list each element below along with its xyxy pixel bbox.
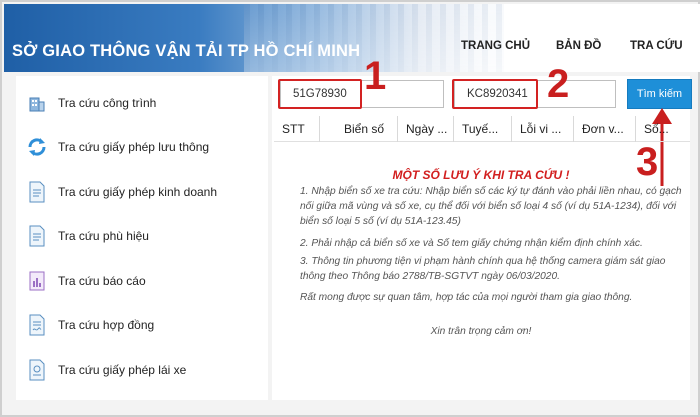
sidebar-item-business-permit[interactable]: Tra cứu giấy phép kinh doanh: [26, 177, 217, 207]
lookup-panel: 1 2 Tìm kiếm 3 STT Biển số Ngày ... Tuyế…: [272, 56, 692, 400]
column-header[interactable]: Tuyế...: [454, 116, 512, 142]
license-icon: [26, 359, 48, 381]
search-button[interactable]: Tìm kiếm: [627, 79, 692, 109]
column-header[interactable]: Biển số: [336, 116, 398, 142]
top-nav: TRANG CHỦ BẢN ĐỒ TRA CỨU: [4, 40, 700, 60]
note-line: 1. Nhập biển số xe tra cứu: Nhập biển số…: [300, 186, 682, 227]
sidebar-item-label: Tra cứu phù hiệu: [58, 229, 149, 243]
closing-text: Xin trân trọng cảm ơn!: [430, 326, 532, 337]
nav-map[interactable]: BẢN ĐỒ: [556, 40, 601, 52]
sidebar-item-contracts[interactable]: Tra cứu hợp đồng: [26, 310, 154, 340]
sidebar-item-circulation-permit[interactable]: Tra cứu giấy phép lưu thông: [26, 132, 209, 162]
sidebar: Tra cứu công trình Tra cứu giấy phép lưu…: [16, 76, 268, 400]
sidebar-item-label: Tra cứu công trình: [58, 96, 157, 110]
document-icon: [26, 225, 48, 247]
note-line: Rất mong được sự quan tâm, hợp tác của m…: [300, 292, 633, 303]
sidebar-item-driving-license[interactable]: Tra cứu giấy phép lái xe: [26, 355, 186, 385]
nav-home[interactable]: TRANG CHỦ: [461, 40, 530, 52]
building-icon: [26, 92, 48, 114]
step-number-1: 1: [364, 54, 387, 98]
sidebar-item-label: Tra cứu giấy phép lưu thông: [58, 140, 210, 154]
document-icon: [26, 181, 48, 203]
step-number-2: 2: [547, 62, 570, 106]
report-icon: [26, 270, 48, 292]
certificate-number-input[interactable]: [454, 80, 616, 108]
sidebar-item-badge[interactable]: Tra cứu phù hiệu: [26, 221, 149, 251]
sidebar-item-label: Tra cứu giấy phép kinh doanh: [58, 185, 218, 199]
note-line: 3. Thông tin phương tiện vi phạm hành ch…: [300, 256, 666, 282]
results-table-header: STT Biển số Ngày ... Tuyế... Lỗi vi ... …: [274, 116, 690, 142]
plate-number-input[interactable]: [280, 80, 444, 108]
refresh-icon: [26, 136, 48, 158]
browser-frame: SỞ GIAO THÔNG VẬN TẢI TP HỒ CHÍ MINH TRA…: [0, 0, 700, 417]
sidebar-item-label: Tra cứu giấy phép lái xe: [58, 363, 187, 377]
sidebar-item-works[interactable]: Tra cứu công trình: [26, 88, 156, 118]
column-header[interactable]: Đơn v...: [574, 116, 636, 142]
column-header[interactable]: Số...: [636, 116, 690, 142]
site-header: SỞ GIAO THÔNG VẬN TẢI TP HỒ CHÍ MINH TRA…: [4, 4, 700, 72]
contract-icon: [26, 314, 48, 336]
sidebar-item-label: Tra cứu hợp đồng: [58, 318, 155, 332]
sidebar-item-label: Tra cứu báo cáo: [58, 274, 146, 288]
column-header[interactable]: Lỗi vi ...: [512, 116, 574, 142]
column-header[interactable]: STT: [274, 116, 320, 142]
nav-lookup[interactable]: TRA CỨU: [630, 40, 683, 52]
note-line: 2. Phải nhập cả biển số xe và Số tem giấ…: [300, 238, 643, 249]
notes-title: MỘT SỐ LƯU Ý KHI TRA CỨU !: [392, 168, 570, 182]
column-header[interactable]: Ngày ...: [398, 116, 454, 142]
sidebar-item-reports[interactable]: Tra cứu báo cáo: [26, 266, 146, 296]
